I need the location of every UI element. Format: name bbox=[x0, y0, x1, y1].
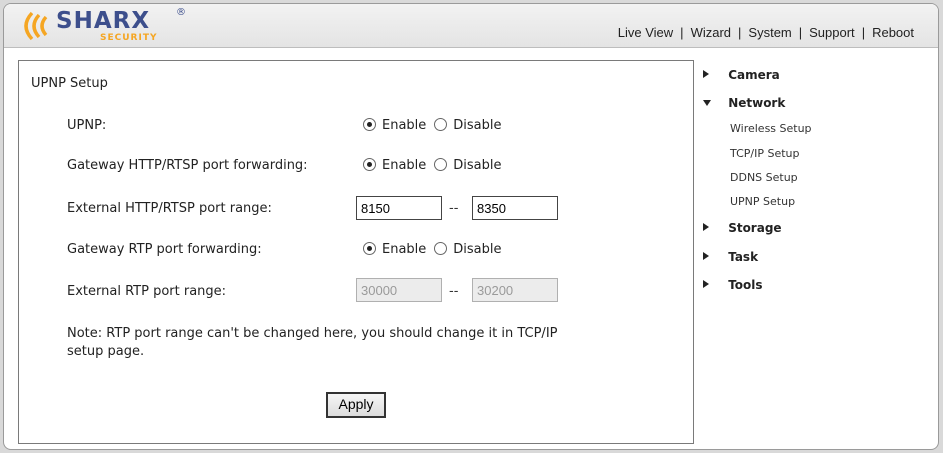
http-range-from-input[interactable] bbox=[356, 196, 442, 220]
sidebar-item-ddns-setup[interactable]: DDNS Setup bbox=[730, 171, 798, 184]
rtp-range-dash: -- bbox=[449, 284, 459, 299]
upnp-label: UPNP: bbox=[67, 118, 107, 133]
top-navigation: Live View | Wizard | System | Support | Reboot bbox=[618, 25, 914, 40]
sidebar-section-storage[interactable]: Storage bbox=[702, 221, 782, 235]
app-frame: SHARX SECURITY ® Live View | Wizard | System… bbox=[3, 3, 939, 450]
sidebar-section-network[interactable]: Network bbox=[702, 96, 785, 110]
triangle-right-icon bbox=[703, 70, 709, 78]
panel-title: UPNP Setup bbox=[31, 76, 108, 91]
sidebar-item-tcpip-setup[interactable]: TCP/IP Setup bbox=[730, 147, 800, 160]
rtp-note: Note: RTP port range can't be changed he… bbox=[67, 325, 627, 361]
http-forwarding-label: Gateway HTTP/RTSP port forwarding: bbox=[67, 158, 308, 173]
sidebar-section-label: Tools bbox=[728, 278, 763, 292]
sidebar-section-label: Network bbox=[728, 96, 786, 110]
http-range-dash: -- bbox=[449, 201, 459, 216]
nav-separator: | bbox=[738, 25, 742, 40]
upnp-disable-radio[interactable] bbox=[434, 118, 448, 131]
apply-button[interactable]: Apply bbox=[326, 392, 386, 418]
http-forwarding-options: Enable Disable bbox=[363, 158, 510, 173]
sidebar-item-wireless-setup[interactable]: Wireless Setup bbox=[730, 122, 812, 135]
sidebar-section-task[interactable]: Task bbox=[702, 250, 758, 264]
nav-separator: | bbox=[798, 25, 803, 40]
rtp-forwarding-enable-label: Enable bbox=[382, 242, 427, 257]
http-forwarding-disable-radio[interactable] bbox=[434, 158, 448, 171]
rtp-forwarding-disable-label: Disable bbox=[453, 242, 502, 257]
upnp-setup-panel: UPNP Setup UPNP: Enable Disable Gateway H… bbox=[18, 60, 694, 444]
nav-separator: | bbox=[861, 25, 866, 40]
nav-wizard[interactable]: Wizard bbox=[691, 25, 731, 40]
upnp-enable-label: Enable bbox=[382, 118, 427, 133]
note-line-1: Note: RTP port range can't be changed he… bbox=[67, 326, 558, 341]
http-range-to-input[interactable] bbox=[472, 196, 558, 220]
logo-word: SHARX bbox=[56, 8, 151, 34]
rtp-forwarding-enable-radio[interactable] bbox=[363, 242, 376, 255]
triangle-down-icon bbox=[703, 100, 711, 106]
rtp-forwarding-label: Gateway RTP port forwarding: bbox=[67, 242, 262, 257]
triangle-right-icon bbox=[703, 223, 709, 231]
logo-subtitle: SECURITY bbox=[100, 33, 158, 43]
http-range-label: External HTTP/RTSP port range: bbox=[67, 201, 272, 216]
sharx-logo: SHARX SECURITY ® bbox=[18, 7, 188, 45]
sidebar-section-label: Task bbox=[728, 250, 759, 264]
nav-support[interactable]: Support bbox=[809, 25, 855, 40]
sidebar-item-upnp-setup[interactable]: UPNP Setup bbox=[730, 195, 795, 208]
registered-mark: ® bbox=[176, 7, 186, 18]
sidebar-section-label: Storage bbox=[728, 221, 782, 235]
nav-separator: | bbox=[680, 25, 684, 40]
rtp-range-from-input bbox=[356, 278, 442, 302]
upnp-disable-label: Disable bbox=[453, 118, 502, 133]
nav-system[interactable]: System bbox=[748, 25, 791, 40]
sidebar-section-label: Camera bbox=[728, 68, 780, 82]
rtp-range-label: External RTP port range: bbox=[67, 284, 227, 299]
http-forwarding-enable-radio[interactable] bbox=[363, 158, 376, 171]
rtp-range-to-input bbox=[472, 278, 558, 302]
nav-live-view[interactable]: Live View bbox=[618, 25, 673, 40]
upnp-enable-radio[interactable] bbox=[363, 118, 376, 131]
sidebar-section-tools[interactable]: Tools bbox=[702, 278, 763, 292]
triangle-right-icon bbox=[703, 280, 709, 288]
rtp-forwarding-options: Enable Disable bbox=[363, 242, 510, 257]
upnp-options: Enable Disable bbox=[363, 118, 510, 133]
http-forwarding-enable-label: Enable bbox=[382, 158, 427, 173]
note-line-2: setup page. bbox=[67, 344, 145, 359]
nav-reboot[interactable]: Reboot bbox=[872, 25, 914, 40]
top-bar: SHARX SECURITY ® Live View | Wizard | System… bbox=[4, 4, 938, 48]
triangle-right-icon bbox=[703, 252, 709, 260]
http-forwarding-disable-label: Disable bbox=[453, 158, 502, 173]
rtp-forwarding-disable-radio[interactable] bbox=[434, 242, 448, 255]
sidebar-section-camera[interactable]: Camera bbox=[702, 68, 780, 82]
